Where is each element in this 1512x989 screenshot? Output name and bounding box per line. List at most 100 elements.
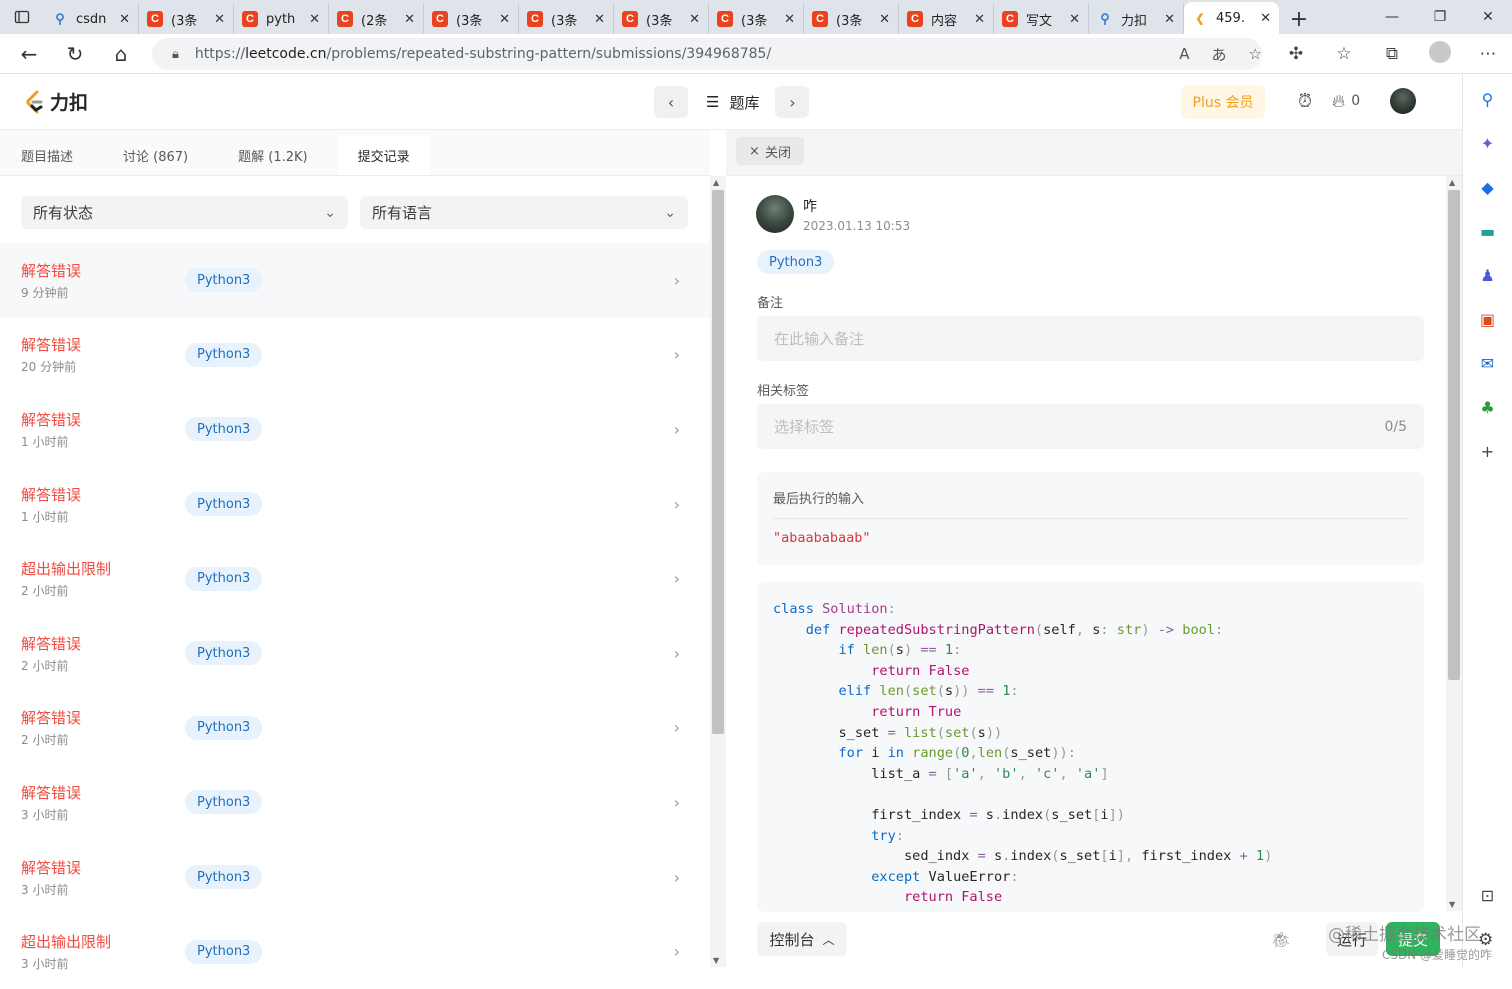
- favorites-icon[interactable]: ☆: [1320, 44, 1368, 64]
- right-scrollbar-thumb[interactable]: [1448, 190, 1460, 680]
- browser-tab[interactable]: C (2条 ✕: [329, 4, 424, 34]
- leetcode-favicon-icon: ❮: [1195, 12, 1205, 25]
- submission-status-cell: 解答错误 1 小时前: [21, 409, 185, 450]
- prev-problem-button[interactable]: ‹: [654, 86, 688, 118]
- status-filter-select[interactable]: 所有状态 ⌄: [21, 196, 348, 229]
- more-menu-icon[interactable]: ⋯: [1464, 44, 1512, 64]
- submission-row[interactable]: 解答错误 2 小时前 Python3 ›: [0, 691, 710, 766]
- close-tab-icon[interactable]: ✕: [214, 12, 225, 27]
- browser-tab[interactable]: ⚲ csdn ✕: [44, 4, 139, 34]
- app-header: 力扣 ‹ ☰ 题库 › Plus 会员 ⏰︎ 🔥︎ 0: [0, 74, 1462, 130]
- browser-tab-title: (3条: [171, 13, 198, 29]
- office-icon[interactable]: ▣: [1477, 308, 1499, 330]
- browser-tab[interactable]: ❮ 459. ✕: [1184, 2, 1279, 34]
- close-tab-icon[interactable]: ✕: [1164, 12, 1175, 27]
- sidebar-toggle-icon[interactable]: ⊡: [1477, 884, 1499, 906]
- search-icon[interactable]: ⚲: [1477, 88, 1499, 110]
- submission-row[interactable]: 解答错误 3 小时前 Python3 ›: [0, 765, 710, 840]
- scroll-up-icon[interactable]: ▲: [1449, 178, 1455, 187]
- right-scrollbar[interactable]: ▲ ▼: [1446, 176, 1462, 911]
- close-tab-icon[interactable]: ✕: [974, 12, 985, 27]
- close-tab-icon[interactable]: ✕: [1069, 12, 1080, 27]
- debug-bug-icon[interactable]: 🐞︎: [1271, 930, 1291, 949]
- browser-tab[interactable]: C (3条 ✕: [614, 4, 709, 34]
- close-detail-button[interactable]: × 关闭: [736, 137, 804, 165]
- browser-tab[interactable]: C (3条 ✕: [709, 4, 804, 34]
- outlook-icon[interactable]: ✉: [1477, 352, 1499, 374]
- search-favicon-icon: ⚲: [55, 11, 65, 26]
- tags-select[interactable]: 选择标签 0/5: [757, 404, 1424, 449]
- tree-icon[interactable]: ♣: [1477, 396, 1499, 418]
- tab-actions-button[interactable]: [0, 0, 44, 34]
- note-input[interactable]: 在此输入备注: [757, 316, 1424, 361]
- streak-button[interactable]: 🔥︎ 0: [1332, 91, 1360, 112]
- submission-status: 解答错误: [21, 709, 82, 728]
- close-tab-icon[interactable]: ✕: [404, 12, 415, 27]
- next-problem-button[interactable]: ›: [775, 86, 810, 118]
- home-button[interactable]: ⌂: [98, 34, 144, 74]
- site-logo[interactable]: 力扣: [24, 88, 88, 115]
- submission-row[interactable]: 超出输出限制 2 小时前 Python3 ›: [0, 541, 710, 616]
- submission-row[interactable]: 解答错误 3 小时前 Python3 ›: [0, 840, 710, 915]
- add-icon[interactable]: +: [1477, 440, 1499, 462]
- submission-row[interactable]: 解答错误 1 小时前 Python3 ›: [0, 392, 710, 467]
- browser-tab[interactable]: C 写文 ✕: [994, 4, 1089, 34]
- profile-avatar[interactable]: [1416, 40, 1464, 68]
- games-icon[interactable]: ♟: [1477, 264, 1499, 286]
- problem-tab[interactable]: 题解 (1.2K): [217, 135, 328, 175]
- tools-icon[interactable]: ▬: [1477, 220, 1499, 242]
- scroll-down-icon[interactable]: ▼: [713, 956, 719, 965]
- problem-tab[interactable]: 讨论 (867): [102, 135, 209, 175]
- browser-tab[interactable]: C (3条 ✕: [424, 4, 519, 34]
- watermark-text: @稀土掘金技术社区: [1328, 925, 1481, 945]
- shopping-icon[interactable]: ◆: [1477, 176, 1499, 198]
- chevron-right-icon: ›: [673, 270, 680, 290]
- submission-row[interactable]: 解答错误 20 分钟前 Python3 ›: [0, 318, 710, 393]
- submission-row[interactable]: 解答错误 1 小时前 Python3 ›: [0, 467, 710, 542]
- close-tab-icon[interactable]: ✕: [499, 12, 510, 27]
- browser-tab[interactable]: C 内容 ✕: [899, 4, 994, 34]
- browser-tab[interactable]: C (3条 ✕: [139, 4, 234, 34]
- back-button[interactable]: ←: [6, 34, 52, 74]
- close-tab-icon[interactable]: ✕: [594, 12, 605, 27]
- console-toggle-button[interactable]: 控制台 ︿: [757, 922, 847, 956]
- plus-member-button[interactable]: Plus 会员: [1181, 85, 1265, 119]
- close-window-button[interactable]: ✕: [1464, 0, 1512, 34]
- browser-tab[interactable]: Cpyth ✕: [234, 4, 329, 34]
- close-tab-icon[interactable]: ✕: [119, 12, 130, 27]
- new-tab-button[interactable]: +: [1279, 4, 1319, 34]
- alarm-icon[interactable]: ⏰︎: [1298, 91, 1312, 112]
- close-tab-icon[interactable]: ✕: [309, 12, 320, 27]
- extensions-icon[interactable]: ✣: [1272, 44, 1320, 64]
- browser-tab[interactable]: C (3条 ✕: [804, 4, 899, 34]
- left-scrollbar[interactable]: ▲ ▼: [710, 176, 726, 967]
- close-tab-icon[interactable]: ✕: [879, 12, 890, 27]
- url-input[interactable]: 🔒︎ https://leetcode.cn/problems/repeated…: [152, 38, 1262, 70]
- refresh-button[interactable]: ↻: [52, 34, 98, 74]
- close-tab-icon[interactable]: ✕: [689, 12, 700, 27]
- add-favorite-icon[interactable]: ☆: [1249, 45, 1262, 63]
- copilot-icon[interactable]: ✦: [1477, 132, 1499, 154]
- scroll-down-icon[interactable]: ▼: [1449, 900, 1455, 909]
- problemset-link[interactable]: ☰ 题库: [706, 92, 759, 113]
- language-filter-select[interactable]: 所有语言 ⌄: [360, 196, 688, 229]
- scroll-up-icon[interactable]: ▲: [713, 178, 719, 187]
- submission-time: 3 小时前: [21, 882, 69, 897]
- user-avatar[interactable]: [1390, 88, 1417, 114]
- minimize-button[interactable]: —: [1368, 0, 1416, 34]
- read-aloud-icon[interactable]: A: [1179, 45, 1189, 63]
- submission-row[interactable]: 解答错误 9 分钟前 Python3 ›: [0, 243, 710, 318]
- browser-tab[interactable]: C (3条 ✕: [519, 4, 614, 34]
- browser-tab[interactable]: ⚲ 力扣 ✕: [1089, 4, 1184, 34]
- maximize-button[interactable]: ❐: [1416, 0, 1464, 34]
- problem-tab[interactable]: 提交记录: [336, 135, 431, 175]
- translate-icon[interactable]: あ: [1212, 44, 1227, 65]
- collections-icon[interactable]: ⧉: [1368, 44, 1416, 64]
- submission-row[interactable]: 解答错误 2 小时前 Python3 ›: [0, 616, 710, 691]
- left-scrollbar-thumb[interactable]: [712, 190, 724, 734]
- problem-tab[interactable]: 题目描述: [0, 135, 94, 175]
- close-tab-icon[interactable]: ✕: [1260, 11, 1271, 26]
- gear-icon[interactable]: ⚙: [1478, 930, 1493, 950]
- close-tab-icon[interactable]: ✕: [784, 12, 795, 27]
- submission-row[interactable]: 超出输出限制 3 小时前 Python3 ›: [0, 914, 710, 989]
